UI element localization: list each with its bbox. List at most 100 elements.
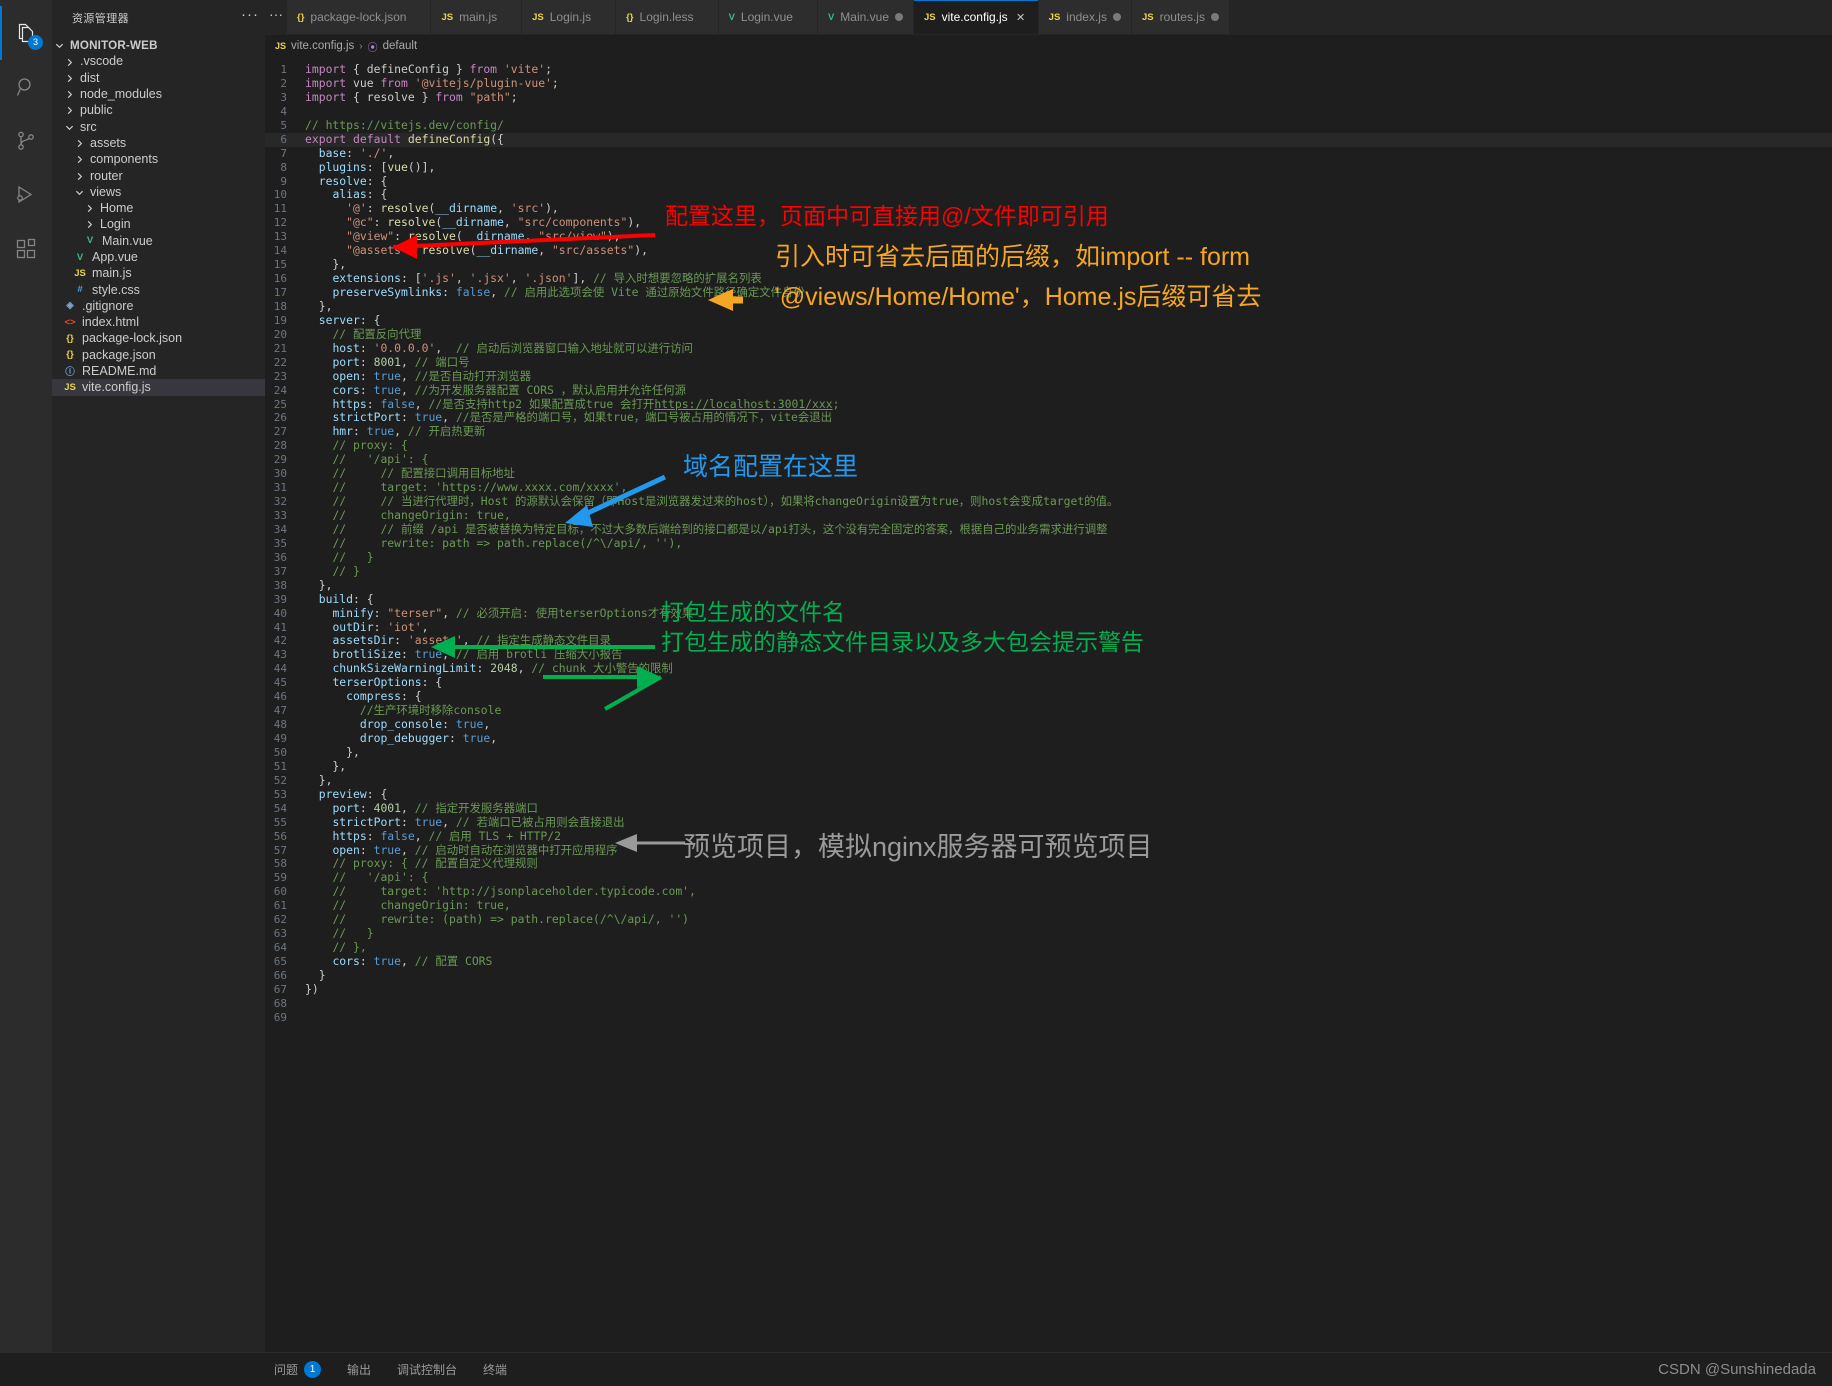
- editor-tab-main-vue[interactable]: V Main.vue: [817, 0, 914, 34]
- line-text[interactable]: outDir: 'iot',: [305, 620, 1832, 635]
- tree-item--vscode[interactable]: .vscode: [52, 53, 265, 69]
- tree-item-node-modules[interactable]: node_modules: [52, 86, 265, 102]
- panel-tab-problems[interactable]: 问题 1: [274, 1361, 322, 1378]
- tree-item-login[interactable]: Login: [52, 216, 265, 232]
- panel-tab-terminal[interactable]: 终端: [483, 1361, 507, 1378]
- line-text[interactable]: // },: [305, 940, 1832, 955]
- line-text[interactable]: port: 8001, // 端口号: [305, 355, 1832, 370]
- tree-item-package-json[interactable]: {} package.json: [52, 347, 265, 363]
- line-text[interactable]: // '/api': {: [305, 870, 1832, 885]
- tree-root-monitor-web[interactable]: MONITOR-WEB: [52, 37, 265, 53]
- tree-item-app-vue[interactable]: V App.vue: [52, 249, 265, 265]
- activity-source-control[interactable]: [0, 114, 52, 168]
- tabs-more-icon[interactable]: ···: [265, 0, 287, 34]
- line-text[interactable]: drop_debugger: true,: [305, 731, 1832, 746]
- line-text[interactable]: "@c": resolve(__dirname, "src/components…: [305, 215, 1832, 230]
- chevron-right-icon[interactable]: [62, 89, 76, 99]
- tree-item-assets[interactable]: assets: [52, 135, 265, 151]
- line-text[interactable]: },: [305, 578, 1832, 593]
- line-text[interactable]: "@view": resolve(__dirname, "src/view"),: [305, 229, 1832, 244]
- editor-tab-routes-js[interactable]: JS routes.js: [1131, 0, 1230, 34]
- chevron-right-icon[interactable]: [72, 154, 86, 164]
- chevron-right-icon[interactable]: [72, 138, 86, 148]
- tree-item-readme-md[interactable]: ⓘ README.md: [52, 363, 265, 379]
- activity-run-debug[interactable]: [0, 168, 52, 222]
- tree-item-public[interactable]: public: [52, 102, 265, 118]
- line-text[interactable]: resolve: {: [305, 174, 1832, 189]
- tree-item-home[interactable]: Home: [52, 200, 265, 216]
- activity-search[interactable]: [0, 60, 52, 114]
- panel-tab-output[interactable]: 输出: [347, 1361, 371, 1378]
- line-text[interactable]: // }: [305, 550, 1832, 565]
- editor-tab-login-less[interactable]: {} Login.less: [616, 0, 719, 34]
- line-text[interactable]: chunkSizeWarningLimit: 2048, // chunk 大小…: [305, 661, 1832, 676]
- explorer-more-actions-icon[interactable]: ···: [241, 7, 259, 26]
- line-text[interactable]: extensions: ['.js', '.jsx', '.json'], //…: [305, 271, 1832, 286]
- line-text[interactable]: brotliSize: true, // 启用 brotli 压缩大小报告: [305, 647, 1832, 662]
- line-text[interactable]: // proxy: { // 配置自定义代理规则: [305, 856, 1832, 871]
- line-text[interactable]: },: [305, 745, 1832, 760]
- line-text[interactable]: minify: "terser", // 必须开启: 使用terserOptio…: [305, 606, 1832, 621]
- tree-item--gitignore[interactable]: ◈ .gitignore: [52, 298, 265, 314]
- tree-item-vite-config-js[interactable]: JS vite.config.js: [52, 379, 265, 396]
- line-text[interactable]: open: true, // 启动时自动在浏览器中打开应用程序: [305, 843, 1832, 858]
- editor-tab-package-lock-json[interactable]: {} package-lock.json: [287, 0, 432, 34]
- line-text[interactable]: // proxy: {: [305, 438, 1832, 453]
- editor-tab-index-js[interactable]: JS index.js: [1038, 0, 1132, 34]
- line-text[interactable]: // changeOrigin: true,: [305, 508, 1832, 523]
- chevron-down-icon[interactable]: [62, 122, 76, 132]
- line-text[interactable]: // }: [305, 926, 1832, 941]
- chevron-right-icon[interactable]: [72, 170, 86, 180]
- editor-tab-vite-config-js[interactable]: JS vite.config.js ✕: [914, 0, 1039, 34]
- line-text[interactable]: // // 前缀 /api 是否被替换为特定目标，不过大多数后端给到的接口都是以…: [305, 522, 1832, 537]
- line-text[interactable]: // // 当进行代理时，Host 的源默认会保留（即Host是浏览器发过来的h…: [305, 494, 1832, 509]
- activity-extensions[interactable]: [0, 222, 52, 276]
- line-text[interactable]: alias: {: [305, 187, 1832, 202]
- line-text[interactable]: // }: [305, 564, 1832, 579]
- tree-item-views[interactable]: views: [52, 184, 265, 200]
- line-text[interactable]: preview: {: [305, 787, 1832, 802]
- editor-tab-main-js[interactable]: JS main.js: [431, 0, 523, 34]
- line-text[interactable]: },: [305, 257, 1832, 272]
- line-text[interactable]: drop_console: true,: [305, 717, 1832, 732]
- chevron-right-icon[interactable]: [82, 219, 96, 229]
- activity-explorer[interactable]: 3: [0, 6, 52, 60]
- line-text[interactable]: https: false, //是否支持http2 如果配置成true 会打开h…: [305, 397, 1832, 412]
- line-text[interactable]: // 配置反向代理: [305, 327, 1832, 342]
- chevron-right-icon[interactable]: [62, 56, 76, 66]
- editor-tab-login-vue[interactable]: V Login.vue: [718, 0, 818, 34]
- line-text[interactable]: compress: {: [305, 689, 1832, 704]
- chevron-right-icon[interactable]: [62, 73, 76, 83]
- line-text[interactable]: // rewrite: path => path.replace(/^\/api…: [305, 536, 1832, 551]
- line-text[interactable]: // https://vitejs.dev/config/: [305, 118, 1832, 133]
- tree-item-src[interactable]: src: [52, 118, 265, 134]
- line-text[interactable]: },: [305, 759, 1832, 774]
- tree-item-router[interactable]: router: [52, 167, 265, 183]
- code-editor[interactable]: 1 import { defineConfig } from 'vite'; 2 im…: [265, 57, 1832, 1352]
- line-text[interactable]: '@': resolve(__dirname, 'src'),: [305, 201, 1832, 216]
- line-text[interactable]: cors: true, //为开发服务器配置 CORS ，默认启用并允许任何源: [305, 383, 1832, 398]
- line-text[interactable]: // target: 'http://jsonplaceholder.typic…: [305, 884, 1832, 899]
- line-text[interactable]: // rewrite: (path) => path.replace(/^\/a…: [305, 912, 1832, 927]
- tree-item-main-vue[interactable]: V Main.vue: [52, 233, 265, 249]
- tree-item-main-js[interactable]: JS main.js: [52, 265, 265, 281]
- chevron-right-icon[interactable]: [62, 105, 76, 115]
- panel-tab-debug-console[interactable]: 调试控制台: [397, 1361, 457, 1378]
- line-text[interactable]: build: {: [305, 592, 1832, 607]
- line-text[interactable]: // '/api': {: [305, 452, 1832, 467]
- chevron-right-icon[interactable]: [82, 203, 96, 213]
- close-icon[interactable]: ✕: [1014, 11, 1028, 24]
- line-text[interactable]: }): [305, 982, 1832, 997]
- breadcrumb-file[interactable]: vite.config.js: [291, 40, 354, 52]
- line-text[interactable]: base: './',: [305, 146, 1832, 161]
- line-text[interactable]: open: true, //是否自动打开浏览器: [305, 369, 1832, 384]
- chevron-down-icon[interactable]: [72, 187, 86, 197]
- line-text[interactable]: export default defineConfig({: [305, 132, 1832, 147]
- line-text[interactable]: // target: 'https://www.xxxx.com/xxxx',: [305, 480, 1832, 495]
- line-text[interactable]: },: [305, 773, 1832, 788]
- line-text[interactable]: plugins: [vue()],: [305, 160, 1832, 175]
- line-text[interactable]: preserveSymlinks: false, // 启用此选项会使 Vite…: [305, 285, 1832, 300]
- line-text[interactable]: assetsDir: 'assets', // 指定生成静态文件目录: [305, 633, 1832, 648]
- tree-item-components[interactable]: components: [52, 151, 265, 167]
- editor-tab-login-js[interactable]: JS Login.js: [522, 0, 617, 34]
